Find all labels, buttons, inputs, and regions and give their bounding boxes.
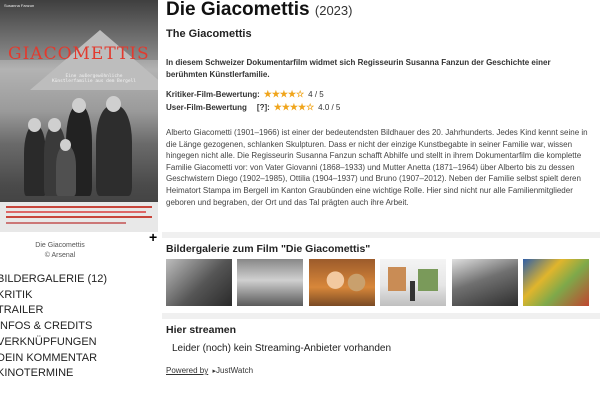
movie-year: (2023) (314, 3, 353, 18)
poster-caption-credit: © Arsenal (44, 252, 76, 259)
gallery-thumb-2[interactable] (237, 259, 303, 306)
critic-rating: Kritiker-Film-Bewertung: ★★★★☆ 4 / 5 (166, 89, 324, 100)
user-rating-label: User-Film-Bewertung (166, 103, 247, 112)
critic-rating-stars: ★★★★☆ (263, 89, 305, 99)
powered-by-label[interactable]: Powered by (166, 366, 208, 375)
nav-item-kritik[interactable]: Kritik (0, 288, 158, 304)
poster-caption-title: Die Giacomettis (35, 242, 85, 249)
nav-item-kinotermine[interactable]: Kinotermine (0, 366, 158, 382)
user-rating-score: 4.0 / 5 (318, 103, 341, 112)
critic-rating-label: Kritiker-Film-Bewertung: (166, 90, 260, 99)
user-rating: User-Film-Bewertung [?]: ★★★★☆ 4.0 / 5 (166, 102, 340, 113)
poster-caption: Die Giacomettis © Arsenal (0, 241, 120, 261)
gallery-title: Bildergalerie zum Film "Die Giacomettis" (166, 243, 371, 255)
nav-item-bildergalerie[interactable]: Bildergalerie (12) (0, 272, 158, 288)
divider (162, 313, 600, 319)
gallery-thumb-3[interactable] (309, 259, 375, 306)
poster-subtitle: Eine außergewöhnliche Künstlerfamilie au… (52, 74, 136, 84)
streaming-title: Hier streamen (166, 324, 237, 336)
nav-item-kommentar[interactable]: Dein Kommentar (0, 351, 158, 367)
justwatch-attribution[interactable]: Powered by ▸JustWatch (166, 366, 253, 375)
poster-family-photo (22, 96, 142, 196)
gallery-thumb-5[interactable] (452, 259, 518, 306)
page-title: Die Giacomettis (2023) (166, 0, 352, 21)
streaming-message: Leider (noch) kein Streaming-Anbieter vo… (172, 343, 392, 354)
movie-title-text: Die Giacomettis (166, 0, 310, 20)
critic-rating-score: 4 / 5 (308, 90, 324, 99)
justwatch-label[interactable]: JustWatch (216, 366, 253, 375)
divider (162, 232, 600, 238)
description-text: Alberto Giacometti (1901–1966) ist einer… (166, 128, 588, 207)
gallery-thumb-1[interactable] (166, 259, 232, 306)
original-title: The Giacomettis (166, 28, 252, 40)
lead-text: In diesem Schweizer Dokumentarfilm widme… (166, 58, 551, 79)
nav-item-verknuepfungen[interactable]: Verknüpfungen (0, 335, 158, 351)
gallery-thumb-4[interactable] (380, 259, 446, 306)
nav-item-trailer[interactable]: Trailer (0, 303, 158, 319)
rating-help-link[interactable]: [?]: (257, 103, 270, 112)
side-nav: Bildergalerie (12) Kritik Trailer Infos … (0, 272, 158, 382)
poster-title: GIACOMETTIS (8, 44, 150, 64)
image-gallery (166, 259, 600, 307)
plus-icon[interactable]: + (149, 229, 157, 245)
poster-credits (0, 202, 158, 232)
user-rating-stars[interactable]: ★★★★☆ (274, 102, 314, 112)
movie-poster[interactable]: Susanna Fanzun GIACOMETTIS Eine außergew… (0, 0, 158, 232)
nav-item-infos-credits[interactable]: Infos & Credits (0, 319, 158, 335)
poster-top-text: Susanna Fanzun (4, 3, 35, 8)
gallery-thumb-6[interactable] (523, 259, 589, 306)
